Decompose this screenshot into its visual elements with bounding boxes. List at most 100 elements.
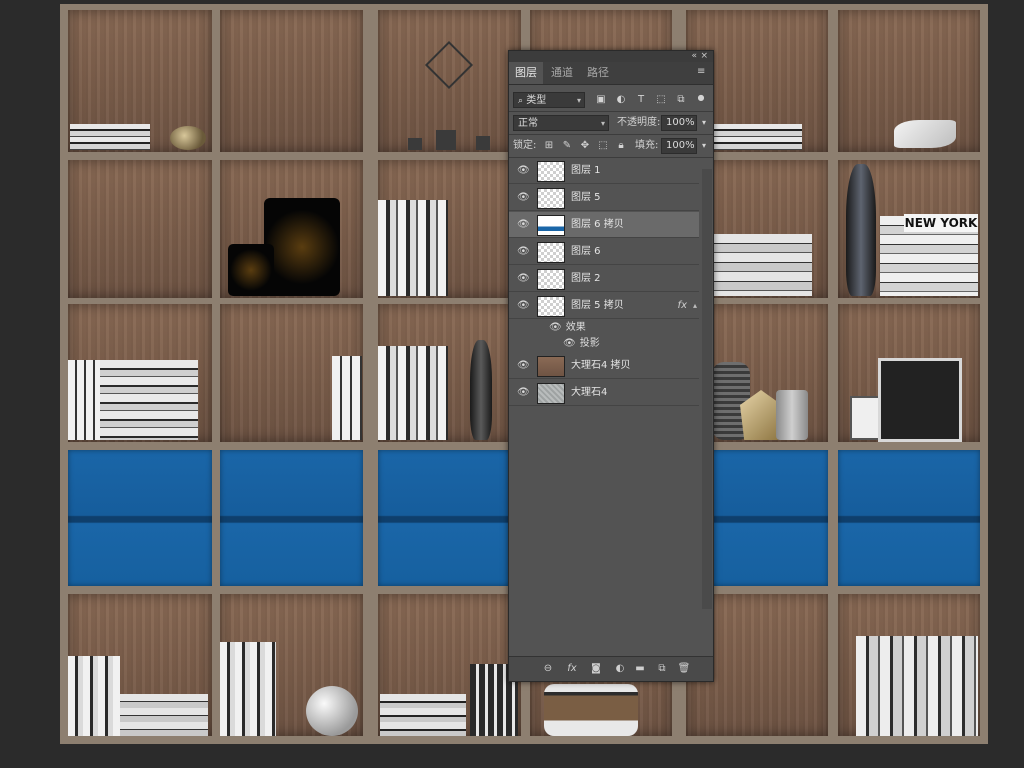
panel-footer: ⊖ fx ◙ ◐ ▬ ⧉ 🗑︎ [509, 656, 713, 681]
layer-name: 图层 5 [571, 192, 601, 203]
layer-row[interactable]: 👁︎ 图层 5 拷贝 fx ▴ [509, 293, 699, 319]
close-icon[interactable]: × [700, 51, 708, 62]
layer-name: 图层 6 [571, 246, 601, 257]
lock-all-icon[interactable]: 🔒︎ [615, 140, 627, 152]
books-vertical [332, 356, 362, 440]
book-stack [120, 694, 208, 736]
eye-icon[interactable]: 👁︎ [517, 220, 530, 230]
blue-drawer [220, 450, 363, 586]
lock-label: 锁定: [513, 140, 537, 151]
drop-shadow-row[interactable]: 👁︎ 投影 [563, 337, 600, 351]
dark-vase [470, 340, 492, 440]
filter-kind-select[interactable]: ⌕ 类型 ▾ [513, 92, 585, 108]
link-icon[interactable]: ⊖ [541, 662, 555, 676]
shelf-cell [68, 160, 212, 298]
effects-row[interactable]: 👁︎ 效果 [549, 321, 586, 335]
smart-object-filter-icon[interactable]: ⧉ [675, 94, 687, 106]
lock-position-icon[interactable]: ✥ [579, 140, 591, 152]
layer-row-selected[interactable]: 👁︎ 图层 6 拷贝 [509, 212, 699, 238]
panel-titlebar: « × [509, 51, 713, 62]
lock-artboard-icon[interactable]: ⬚ [597, 140, 609, 152]
blue-drawer [378, 450, 521, 586]
book-stack [100, 360, 198, 440]
adjustment-filter-icon[interactable]: ◐ [615, 94, 627, 106]
eye-icon[interactable]: 👁︎ [517, 274, 530, 284]
layer-thumbnail [537, 356, 565, 377]
pedestal [476, 136, 490, 150]
blend-mode-value: 正常 [518, 118, 538, 129]
chevron-up-icon[interactable]: ▴ [693, 293, 697, 319]
mask-icon[interactable]: ◙ [589, 662, 603, 676]
lock-paint-icon[interactable]: ✎ [561, 140, 573, 152]
chevron-down-icon: ▾ [600, 119, 605, 128]
blue-drawer [68, 450, 212, 586]
layer-row[interactable]: 👁︎ 大理石4 [509, 380, 699, 406]
layers-scrollbar[interactable] [702, 169, 712, 609]
eye-icon[interactable]: 👁︎ [517, 361, 530, 371]
books-vertical [856, 636, 978, 736]
layer-thumbnail [537, 296, 565, 317]
collapse-icon[interactable]: « [691, 51, 697, 62]
filter-toggle-icon[interactable]: ● [695, 92, 707, 104]
eye-icon[interactable]: 👁︎ [563, 338, 576, 349]
lock-transparent-icon[interactable]: ⊞ [543, 140, 555, 152]
books-vertical [378, 346, 448, 440]
layer-row[interactable]: 👁︎ 大理石4 拷贝 [509, 353, 699, 379]
effects-label: 效果 [565, 322, 586, 333]
layer-thumbnail [537, 242, 565, 263]
folder-icon[interactable]: ▬ [633, 662, 647, 676]
white-sphere [306, 686, 358, 736]
search-icon: ⌕ [518, 96, 524, 106]
fx-icon[interactable]: fx [565, 662, 579, 676]
fill-label: 填充: [635, 140, 659, 151]
eye-icon[interactable]: 👁︎ [517, 388, 530, 398]
dark-vase [846, 164, 876, 296]
eye-icon[interactable]: 👁︎ [517, 193, 530, 203]
layers-panel: « × 图层 通道 路径 ≡ ⌕ 类型 ▾ ▣ ◐ T ⬚ ⧉ ● 正常 ▾ 不… [508, 50, 714, 682]
tab-layers[interactable]: 图层 [509, 62, 543, 84]
layer-row[interactable]: 👁︎ 图层 6 [509, 239, 699, 265]
eye-icon[interactable]: 👁︎ [517, 301, 530, 311]
panel-menu-icon[interactable]: ≡ [697, 67, 707, 77]
tab-channels[interactable]: 通道 [545, 62, 579, 84]
chevron-down-icon[interactable]: ▾ [698, 117, 710, 129]
books-vertical [220, 642, 276, 736]
layer-name: 大理石4 [571, 387, 608, 398]
new-layer-icon[interactable]: ⧉ [655, 662, 669, 676]
layer-thumbnail [537, 269, 565, 290]
adjustment-icon[interactable]: ◐ [613, 662, 627, 676]
eye-icon[interactable]: 👁︎ [517, 247, 530, 257]
opacity-field[interactable]: 100% [661, 115, 697, 131]
shape-filter-icon[interactable]: ⬚ [655, 94, 667, 106]
book-stack [70, 124, 150, 150]
books-vertical [68, 656, 120, 736]
layer-row[interactable]: 👁︎ 图层 1 [509, 158, 699, 184]
blue-drawer [838, 450, 980, 586]
eye-icon[interactable]: 👁︎ [517, 166, 530, 176]
trash-icon[interactable]: 🗑︎ [677, 662, 691, 676]
books-vertical [68, 360, 100, 440]
opacity-label: 不透明度: [617, 117, 661, 128]
black-jar [264, 198, 340, 296]
fx-icon[interactable]: fx [678, 293, 687, 319]
white-sculpture [894, 120, 956, 148]
type-filter-icon[interactable]: T [635, 94, 647, 106]
pedestal [408, 138, 422, 150]
eye-icon[interactable]: 👁︎ [549, 322, 562, 333]
pixel-filter-icon[interactable]: ▣ [595, 94, 607, 106]
layer-thumbnail [537, 161, 565, 182]
book-stack [712, 124, 802, 150]
tab-paths[interactable]: 路径 [581, 62, 615, 84]
newyork-title: NEW YORK [904, 214, 978, 232]
blend-mode-select[interactable]: 正常 ▾ [513, 115, 609, 131]
black-jar [228, 244, 274, 296]
book-stack [380, 694, 466, 736]
pedestal [436, 130, 456, 150]
layer-row[interactable]: 👁︎ 图层 5 [509, 185, 699, 211]
fill-field[interactable]: 100% [661, 138, 697, 154]
lock-row: 锁定: ⊞ ✎ ✥ ⬚ 🔒︎ 填充: 100% ▾ [509, 135, 713, 157]
chevron-down-icon[interactable]: ▾ [698, 140, 710, 152]
layer-name: 大理石4 拷贝 [571, 360, 631, 371]
layer-row[interactable]: 👁︎ 图层 2 [509, 266, 699, 292]
layer-thumbnail [537, 188, 565, 209]
